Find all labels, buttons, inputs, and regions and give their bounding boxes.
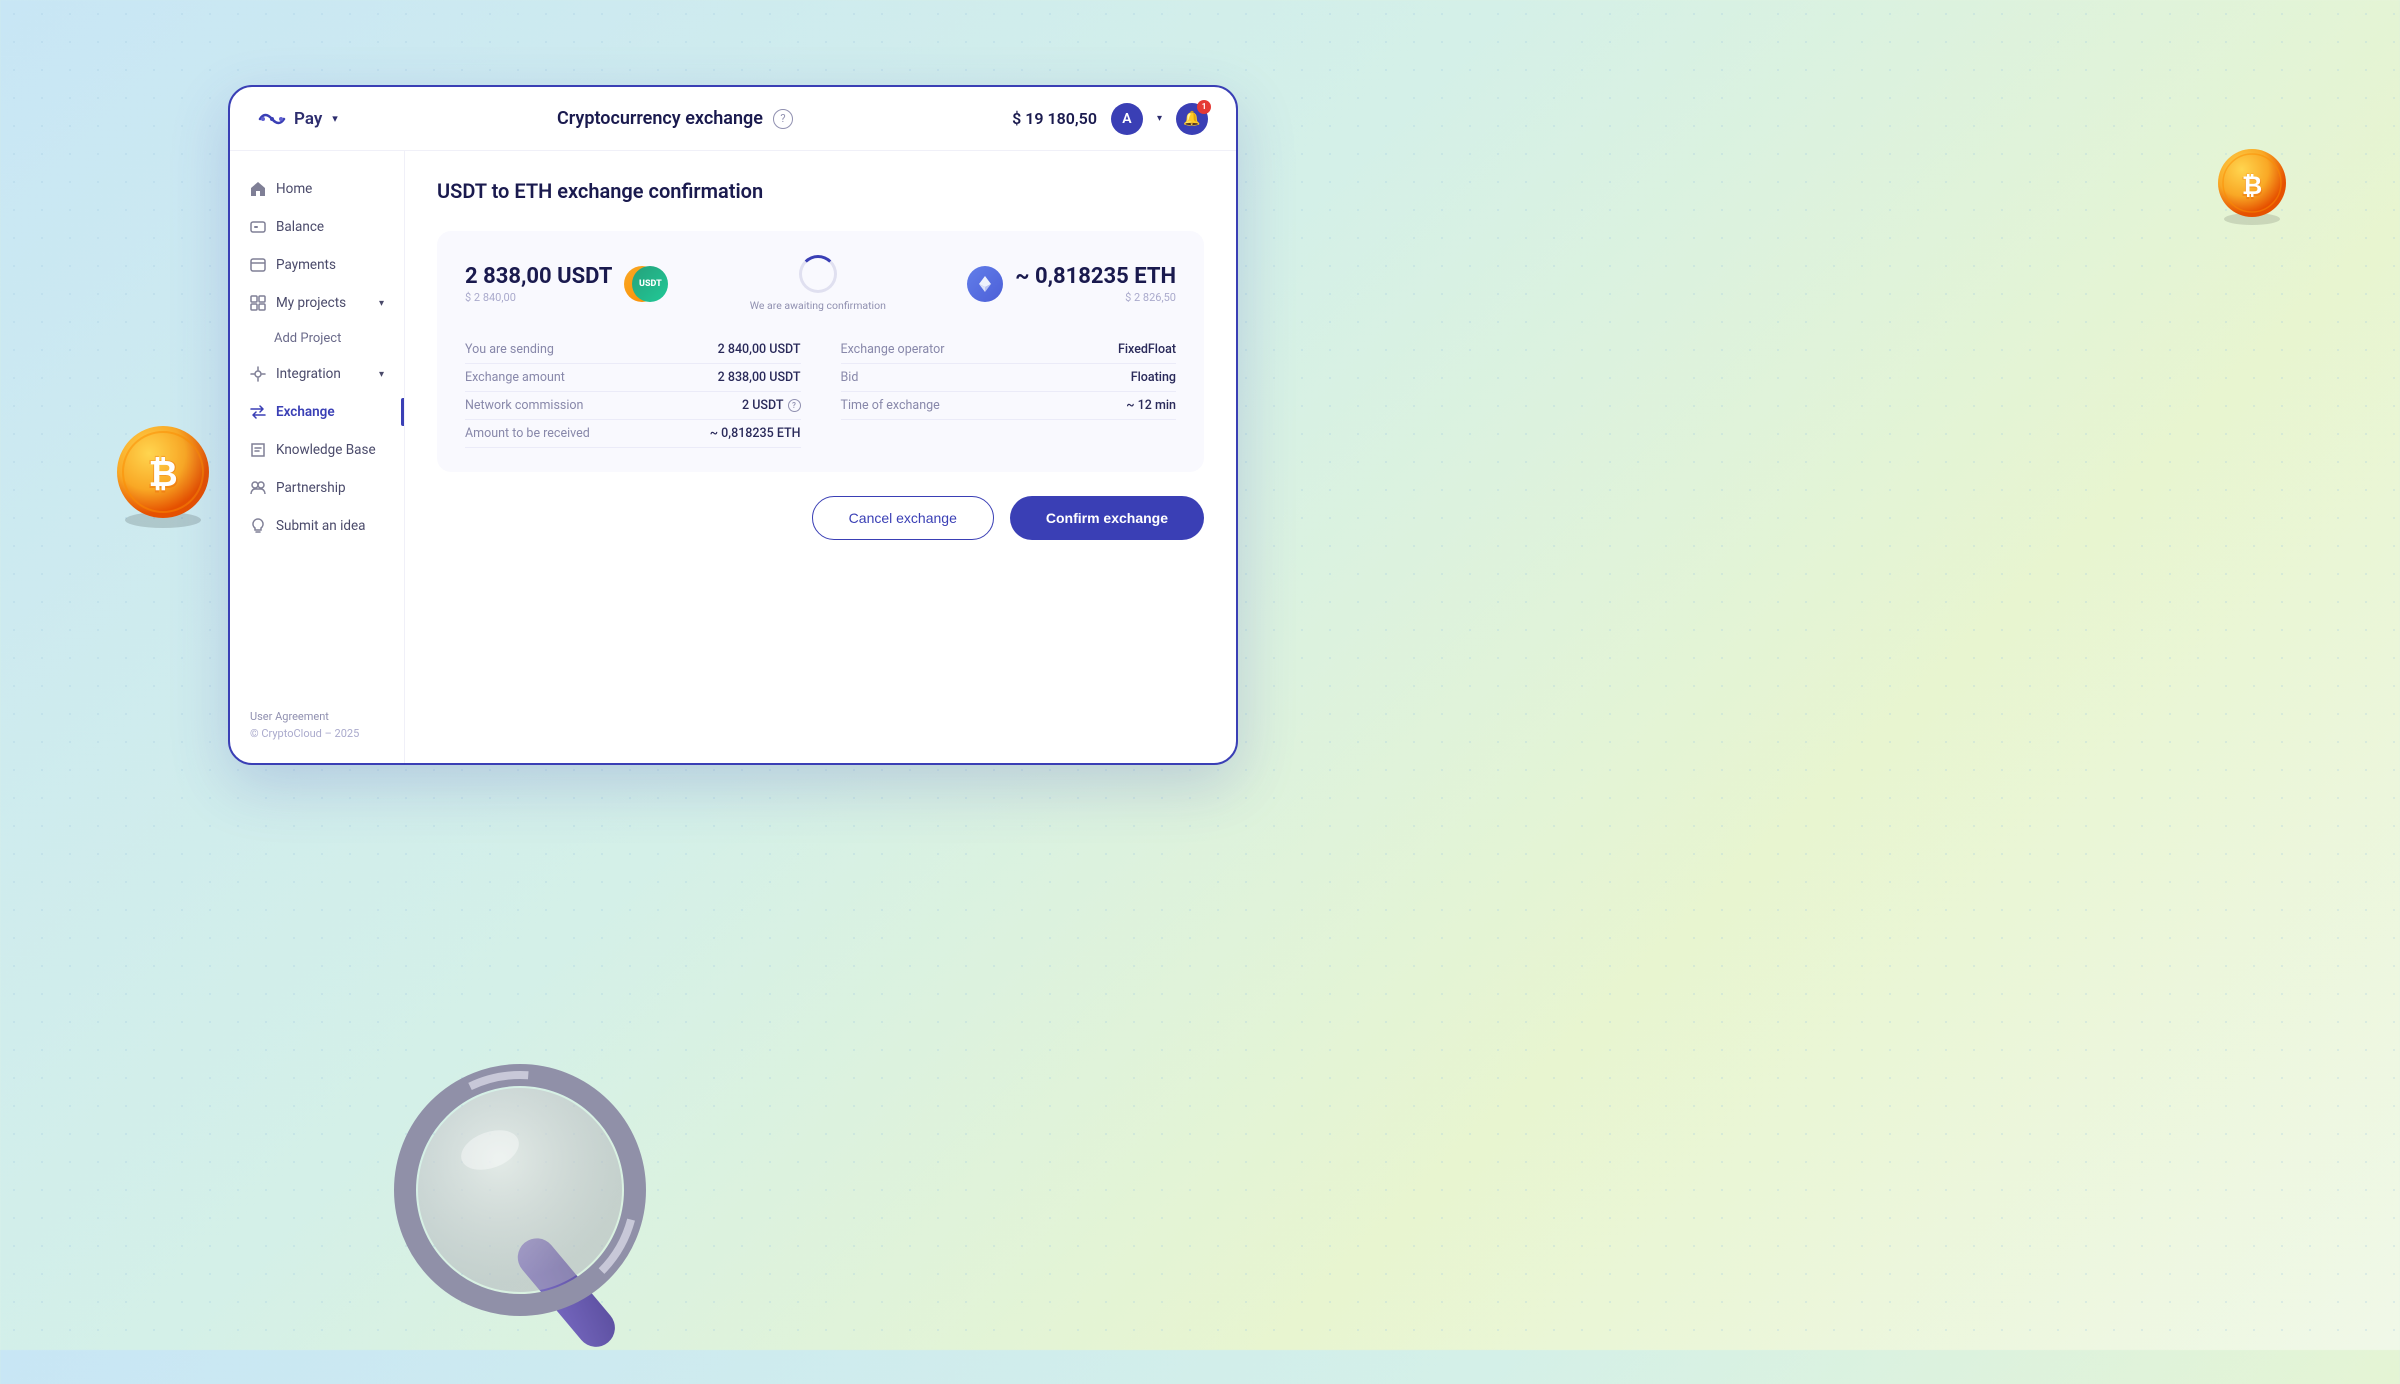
exchange-amounts-row: 2 838,00 USDT $ 2 840,00 USDT We are awa…	[465, 255, 1176, 312]
confirm-exchange-button[interactable]: Confirm exchange	[1010, 496, 1204, 540]
idea-icon	[250, 518, 266, 534]
bid-value: Floating	[1131, 370, 1176, 385]
cancel-exchange-button[interactable]: Cancel exchange	[812, 496, 994, 540]
awaiting-text: We are awaiting confirmation	[750, 299, 886, 312]
to-amount-usd: $ 2 826,50	[1015, 291, 1176, 304]
sidebar-footer: User Agreement © CryptoCloud – 2025	[230, 708, 404, 743]
knowledge-icon	[250, 442, 266, 458]
sidebar-payments-label: Payments	[276, 257, 336, 273]
exchange-amount-label: Exchange amount	[465, 370, 565, 385]
sidebar-item-balance[interactable]: Balance	[230, 209, 404, 245]
exchange-amount-value: 2 838,00 USDT	[718, 370, 801, 385]
sidebar-item-exchange[interactable]: Exchange	[230, 394, 404, 430]
page-header-title: Cryptocurrency exchange	[557, 108, 763, 129]
network-commission-value: 2 USDT ?	[742, 398, 800, 413]
from-amount-value: 2 838,00 USDT	[465, 264, 612, 289]
integration-icon	[250, 366, 266, 382]
sidebar-item-my-projects[interactable]: My projects ▾	[230, 285, 404, 321]
action-buttons: Cancel exchange Confirm exchange	[437, 496, 1204, 540]
sidebar-integration-label: Integration	[276, 366, 341, 382]
exchange-icon	[250, 404, 266, 420]
sidebar-item-partnership[interactable]: Partnership	[230, 470, 404, 506]
bid-label: Bid	[841, 370, 859, 385]
details-left-col: You are sending 2 840,00 USDT Exchange a…	[465, 336, 801, 448]
sidebar-item-knowledge-base[interactable]: Knowledge Base	[230, 432, 404, 468]
sidebar-nav: Home Balance Payments	[230, 171, 404, 544]
sidebar-submit-idea-label: Submit an idea	[276, 518, 365, 534]
sidebar-exchange-label: Exchange	[276, 404, 335, 420]
sidebar-partnership-label: Partnership	[276, 480, 346, 496]
app-window: Pay ▾ Cryptocurrency exchange ? $ 19 180…	[228, 85, 1238, 765]
loading-spinner	[799, 255, 837, 293]
exchange-details-grid: You are sending 2 840,00 USDT Exchange a…	[465, 336, 1176, 448]
app-body: Home Balance Payments	[230, 151, 1236, 763]
detail-time-of-exchange: Time of exchange ~ 12 min	[841, 392, 1177, 420]
exchange-to-amount: ~ 0,818235 ETH $ 2 826,50	[967, 264, 1176, 304]
sidebar-balance-label: Balance	[276, 219, 324, 235]
amount-to-receive-label: Amount to be received	[465, 426, 590, 441]
to-amount-value: ~ 0,818235 ETH	[1015, 264, 1176, 289]
sidebar-projects-label: My projects	[276, 295, 346, 311]
sidebar-item-integration[interactable]: Integration ▾	[230, 356, 404, 392]
sidebar-item-add-project[interactable]: Add Project	[230, 323, 404, 354]
page-title: USDT to ETH exchange confirmation	[437, 179, 1204, 203]
main-content: USDT to ETH exchange confirmation 2 838,…	[405, 151, 1236, 763]
sidebar-home-label: Home	[276, 181, 312, 197]
exchange-status-middle: We are awaiting confirmation	[750, 255, 886, 312]
home-icon	[250, 181, 266, 197]
svg-text:₿: ₿	[148, 453, 177, 495]
time-of-exchange-value: ~ 12 min	[1126, 398, 1176, 413]
exchange-operator-value: FixedFloat	[1118, 342, 1176, 357]
details-right-col: Exchange operator FixedFloat Bid Floatin…	[841, 336, 1177, 448]
time-of-exchange-label: Time of exchange	[841, 398, 940, 413]
sidebar-add-project-label: Add Project	[274, 331, 341, 346]
exchange-from-amount: 2 838,00 USDT $ 2 840,00 USDT	[465, 264, 668, 304]
you-sending-label: You are sending	[465, 342, 554, 357]
detail-bid: Bid Floating	[841, 364, 1177, 392]
bitcoin-coin-right: ₿ ₿	[2212, 145, 2292, 225]
detail-exchange-operator: Exchange operator FixedFloat	[841, 336, 1177, 364]
projects-icon	[250, 295, 266, 311]
amount-to-receive-value: ~ 0,818235 ETH	[710, 426, 801, 441]
from-amount-usd: $ 2 840,00	[465, 291, 612, 304]
projects-expand-icon: ▾	[379, 298, 384, 309]
sidebar-knowledge-label: Knowledge Base	[276, 442, 376, 458]
detail-amount-to-receive: Amount to be received ~ 0,818235 ETH	[465, 420, 801, 448]
svg-text:₿: ₿	[2242, 172, 2262, 201]
usdt-coin-stack: USDT	[624, 266, 668, 302]
detail-you-sending: You are sending 2 840,00 USDT	[465, 336, 801, 364]
bitcoin-coin-left: ₿ ₿	[108, 420, 218, 530]
magnifying-glass-decoration	[390, 1060, 670, 1380]
header-title-area: Cryptocurrency exchange ?	[338, 108, 1012, 129]
help-icon[interactable]: ?	[773, 109, 793, 129]
sidebar-item-payments[interactable]: Payments	[230, 247, 404, 283]
sidebar: Home Balance Payments	[230, 151, 405, 763]
partnership-icon	[250, 480, 266, 496]
app-header: Pay ▾ Cryptocurrency exchange ? $ 19 180…	[230, 87, 1236, 151]
integration-expand-icon: ▾	[379, 369, 384, 380]
exchange-summary-card: 2 838,00 USDT $ 2 840,00 USDT We are awa…	[437, 231, 1204, 472]
exchange-operator-label: Exchange operator	[841, 342, 945, 357]
logo-icon	[258, 109, 286, 129]
detail-network-commission: Network commission 2 USDT ?	[465, 392, 801, 420]
balance-icon	[250, 219, 266, 235]
logo-text: Pay	[294, 109, 322, 129]
notification-badge: 1	[1197, 100, 1211, 114]
commission-info-icon[interactable]: ?	[788, 399, 801, 412]
sidebar-item-submit-idea[interactable]: Submit an idea	[230, 508, 404, 544]
payments-icon	[250, 257, 266, 273]
copyright-text: © CryptoCloud – 2025	[250, 725, 384, 743]
eth-coin-icon	[967, 266, 1003, 302]
sidebar-item-home[interactable]: Home	[230, 171, 404, 207]
balance-display: $ 19 180,50	[1012, 109, 1097, 128]
header-right: $ 19 180,50 A ▾ 🔔 1	[1012, 103, 1208, 135]
user-agreement-link[interactable]: User Agreement	[250, 708, 384, 726]
detail-exchange-amount: Exchange amount 2 838,00 USDT	[465, 364, 801, 392]
network-commission-label: Network commission	[465, 398, 583, 413]
you-sending-value: 2 840,00 USDT	[718, 342, 801, 357]
avatar-button[interactable]: A	[1111, 103, 1143, 135]
avatar-chevron-icon: ▾	[1157, 113, 1162, 124]
logo-area[interactable]: Pay ▾	[258, 109, 338, 129]
notification-button[interactable]: 🔔 1	[1176, 103, 1208, 135]
